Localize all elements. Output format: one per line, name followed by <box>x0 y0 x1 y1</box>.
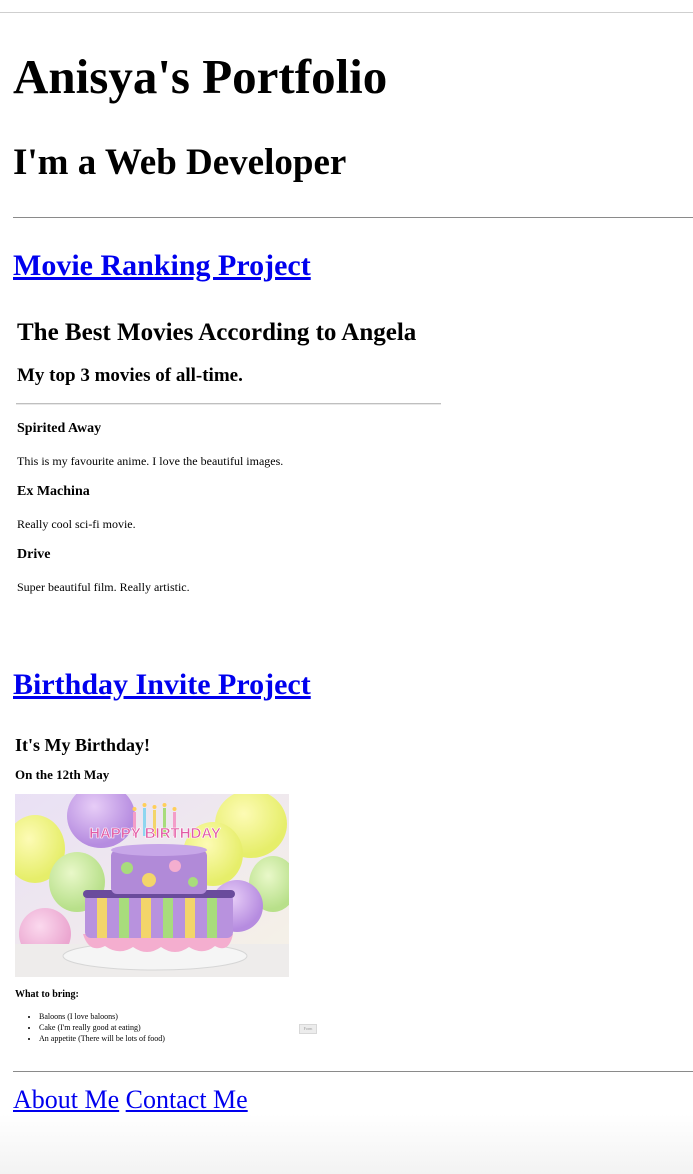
birthday-embed-title: It's My Birthday! <box>15 735 150 755</box>
footer-nav: About Me Contact Me <box>13 1083 248 1117</box>
list-item: Baloons (I love baloons) <box>39 1011 165 1022</box>
movie-description: Super beautiful film. Really artistic. <box>17 580 190 594</box>
page-title: Anisya's Portfolio <box>13 49 388 104</box>
bring-list: Baloons (I love baloons) Cake (I'm reall… <box>15 1011 165 1044</box>
about-me-link[interactable]: About Me <box>13 1085 119 1114</box>
what-to-bring-heading: What to bring: <box>15 989 79 1000</box>
birthday-cake-image: HAPPY BIRTHDAY <box>15 794 289 977</box>
movie-name: Drive <box>17 547 51 562</box>
page-subtitle: I'm a Web Developer <box>13 142 347 183</box>
list-item: An appetite (There will be lots of food) <box>39 1033 165 1044</box>
bottom-fade <box>0 1114 693 1174</box>
movie-description: Really cool sci-fi movie. <box>17 517 136 531</box>
tiny-form-button[interactable]: Form <box>299 1024 317 1034</box>
birthday-invite-project-link[interactable]: Birthday Invite Project <box>13 667 311 703</box>
movie-name: Spirited Away <box>17 421 102 436</box>
movie-name: Ex Machina <box>17 484 90 499</box>
movie-embed-subtitle: My top 3 movies of all-time. <box>17 365 243 386</box>
footer-divider <box>13 1071 693 1072</box>
page: Anisya's Portfolio I'm a Web Developer M… <box>0 0 693 1174</box>
birthday-date: On the 12th May <box>15 767 110 782</box>
movie-embed-divider <box>16 403 441 405</box>
contact-me-link[interactable]: Contact Me <box>126 1085 248 1114</box>
section-divider <box>13 217 693 218</box>
top-divider <box>0 12 693 13</box>
list-item: Cake (I'm really good at eating) <box>39 1022 165 1033</box>
cake-lettering: HAPPY BIRTHDAY <box>89 825 221 842</box>
movie-description: This is my favourite anime. I love the b… <box>17 454 284 468</box>
movie-ranking-project-link[interactable]: Movie Ranking Project <box>13 248 311 284</box>
movie-embed-title: The Best Movies According to Angela <box>17 319 417 346</box>
birthday-invite-embed: It's My Birthday! On the 12th May HAPPY … <box>13 730 317 1050</box>
movie-ranking-embed: The Best Movies According to Angela My t… <box>13 306 443 606</box>
